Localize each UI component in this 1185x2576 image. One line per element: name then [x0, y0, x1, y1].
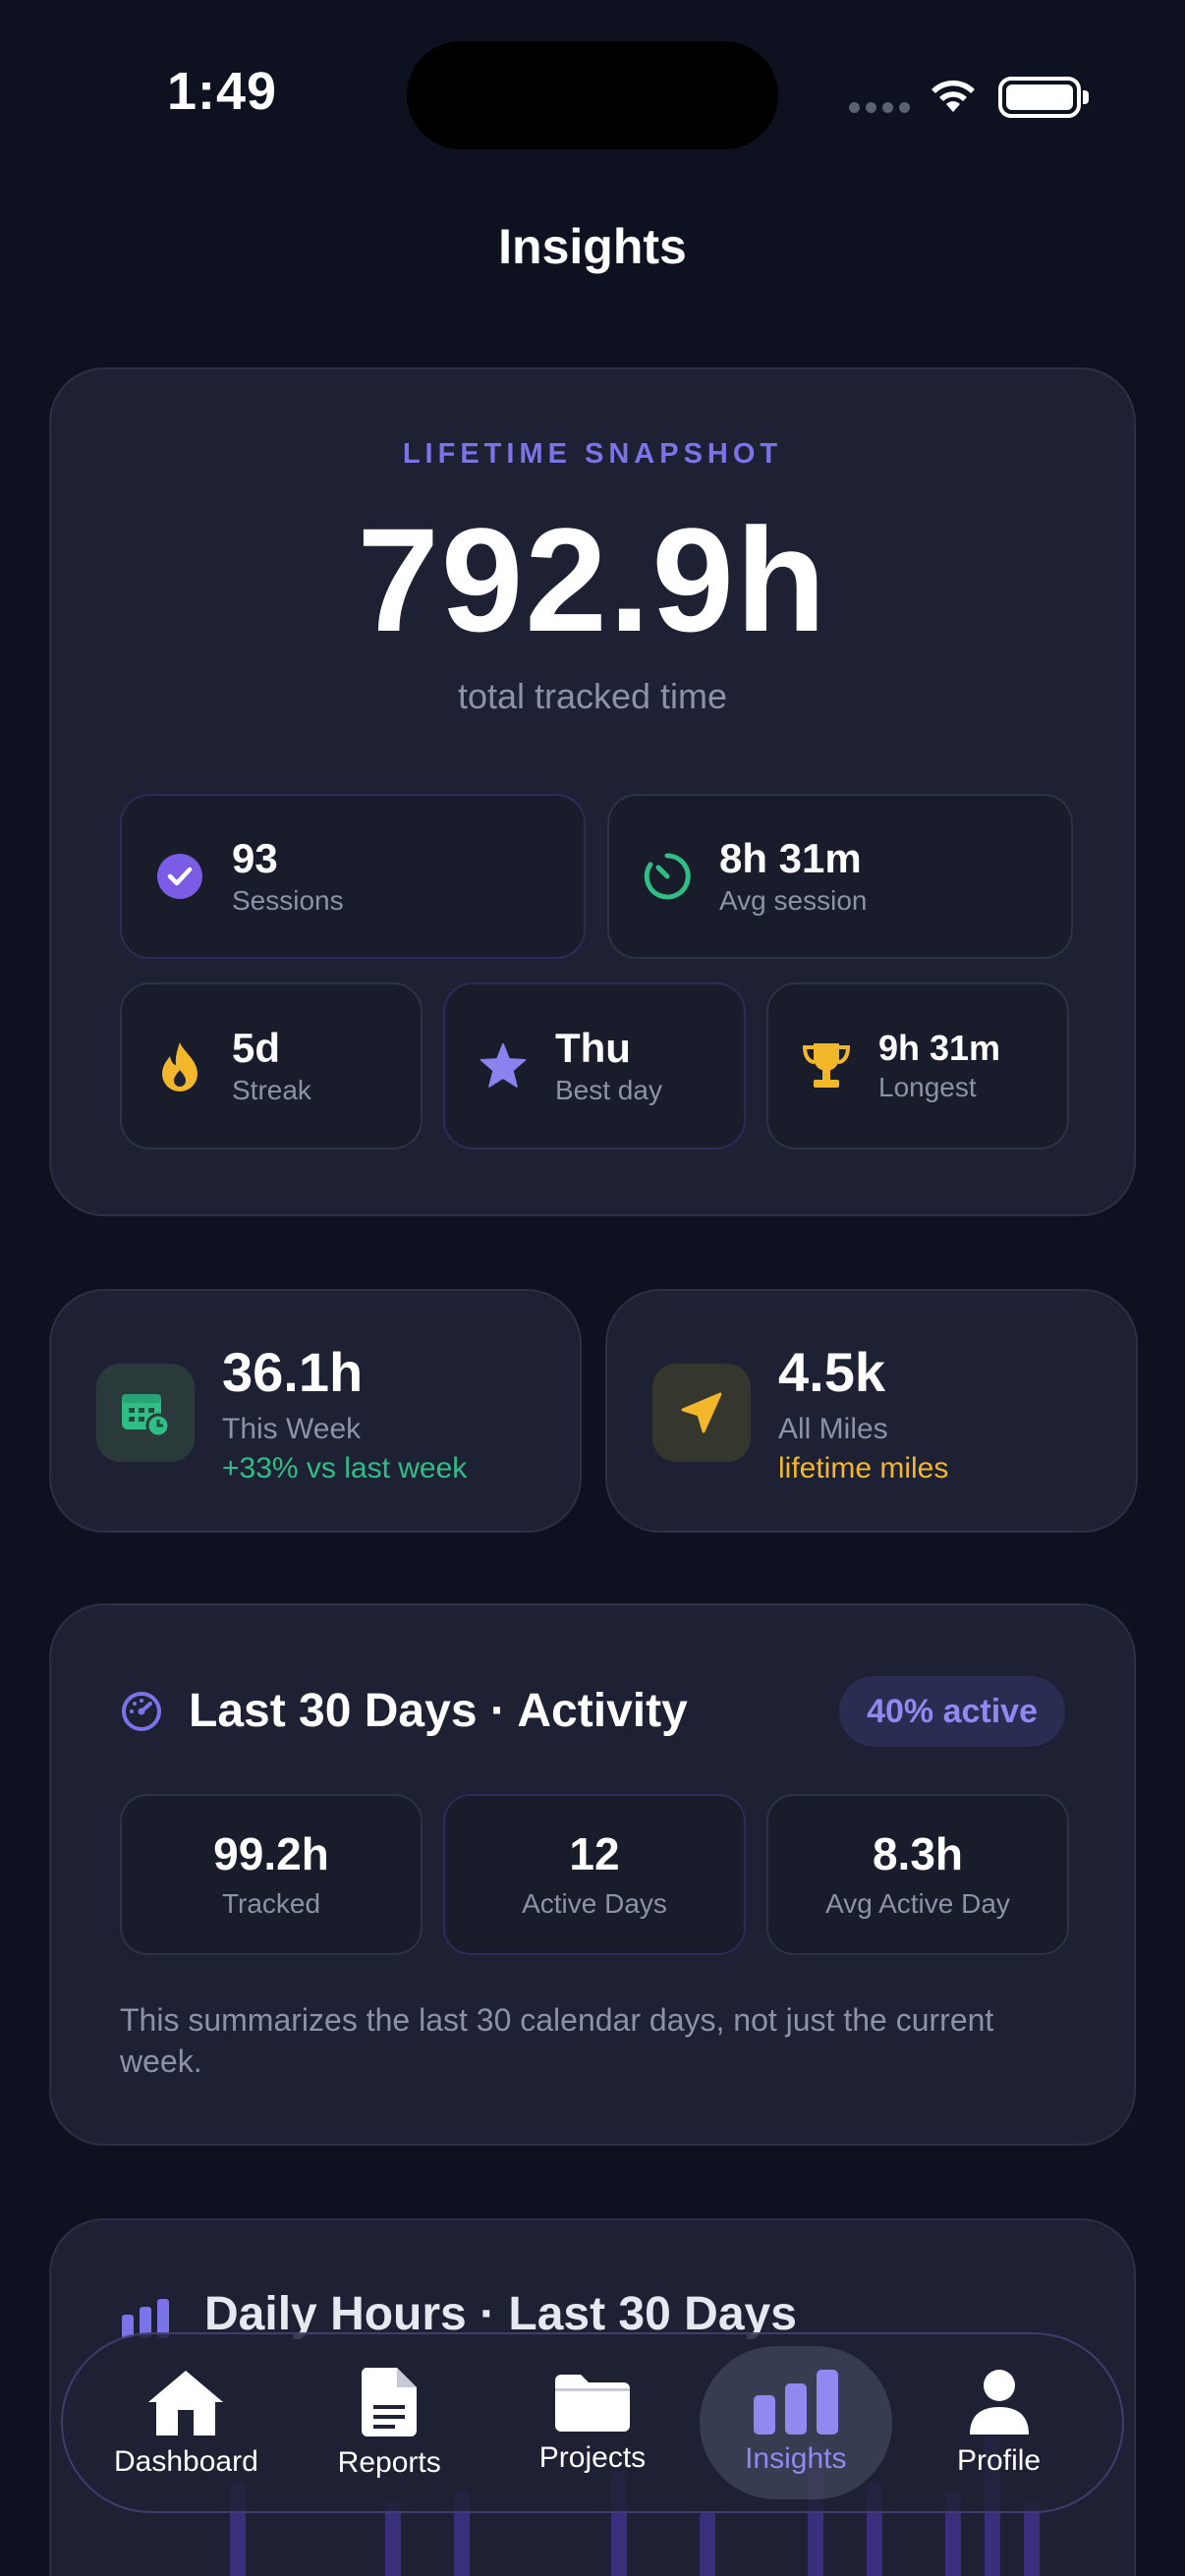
stat-value: 9h 31m — [878, 1028, 1001, 1069]
stat-label: Streak — [232, 1075, 311, 1106]
flame-icon — [155, 1041, 204, 1092]
stat-value: 8.3h — [872, 1828, 964, 1879]
folder-icon — [554, 2375, 630, 2432]
tab-bar: Dashboard Reports Projects Insights Prof… — [61, 2332, 1124, 2513]
dynamic-island — [407, 41, 778, 149]
stat-label: Active Days — [522, 1888, 667, 1919]
tab-insights[interactable]: Insights — [699, 2346, 892, 2499]
stat-label: Longest — [878, 1071, 977, 1102]
timer-icon — [643, 852, 692, 901]
stat-value: 99.2h — [213, 1828, 329, 1879]
battery-icon — [998, 77, 1089, 118]
gauge-icon — [120, 1690, 163, 1738]
active-percent-badge: 40% active — [839, 1676, 1065, 1747]
calendar-clock-icon — [96, 1364, 195, 1462]
this-week-card[interactable]: 36.1h This Week +33% vs last week — [49, 1289, 582, 1533]
stat-label: Tracked — [221, 1888, 321, 1919]
last-30-days-card: Last 30 Days · Activity 40% active 99.2h… — [49, 1603, 1136, 2146]
daily-bar — [700, 2511, 715, 2576]
stat-label: Sessions — [232, 885, 344, 917]
tab-projects[interactable]: Projects — [496, 2346, 689, 2499]
tab-label: Profile — [957, 2444, 1042, 2477]
page-title: Insights — [498, 219, 687, 274]
home-icon — [148, 2371, 224, 2436]
lifetime-snapshot-card: LIFETIME SNAPSHOT 792.9h total tracked t… — [49, 367, 1136, 1216]
person-icon — [969, 2370, 1029, 2435]
week-label: This Week — [222, 1413, 362, 1445]
bar-chart-icon — [753, 2370, 838, 2435]
stat-value: 93 — [232, 834, 278, 881]
document-icon — [362, 2368, 418, 2436]
stat-label: Avg session — [719, 885, 868, 917]
stat-streak: 5d Streak — [120, 982, 423, 1149]
stat-avg-session: 8h 31m Avg session — [607, 794, 1073, 959]
star-icon — [479, 1041, 528, 1091]
summary-note: This summarizes the last 30 calendar day… — [120, 2002, 994, 2079]
stat-sessions: 93 Sessions — [120, 794, 586, 959]
miles-sub: lifetime miles — [778, 1452, 949, 1484]
tab-dashboard[interactable]: Dashboard — [89, 2346, 282, 2499]
location-arrow-icon — [652, 1364, 751, 1462]
stat-avg-active-day: 8.3h Avg Active Day — [766, 1794, 1069, 1955]
stat-tracked: 99.2h Tracked — [120, 1794, 423, 1955]
miles-label: All Miles — [778, 1413, 888, 1445]
tab-label: Projects — [538, 2441, 647, 2474]
status-bar: 1:49 — [0, 0, 1185, 187]
lifetime-total-value: 792.9h — [357, 497, 828, 662]
stat-active-days: 12 Active Days — [443, 1794, 746, 1955]
tab-profile[interactable]: Profile — [903, 2346, 1096, 2499]
tab-reports[interactable]: Reports — [293, 2346, 485, 2499]
lifetime-label: LIFETIME SNAPSHOT — [402, 438, 783, 470]
stat-value: 5d — [232, 1024, 281, 1071]
stat-longest: 9h 31m Longest — [766, 982, 1069, 1149]
miles-value: 4.5k — [778, 1341, 885, 1403]
check-circle-icon — [155, 852, 204, 901]
trophy-icon — [802, 1041, 851, 1091]
last-30-days-title: Last 30 Days · Activity — [189, 1685, 688, 1737]
week-value: 36.1h — [222, 1341, 364, 1403]
lifetime-subtitle: total tracked time — [457, 676, 728, 716]
all-miles-card[interactable]: 4.5k All Miles lifetime miles — [605, 1289, 1138, 1533]
stat-value: 12 — [569, 1828, 620, 1879]
stat-value: Thu — [555, 1024, 631, 1071]
stat-best-day: Thu Best day — [443, 982, 746, 1149]
stat-value: 8h 31m — [719, 834, 862, 881]
stat-label: Best day — [555, 1075, 662, 1106]
tab-label: Dashboard — [114, 2445, 258, 2478]
wifi-icon — [931, 80, 975, 112]
tab-label: Reports — [337, 2446, 441, 2479]
tab-label: Insights — [745, 2442, 847, 2475]
stat-label: Avg Active Day — [825, 1888, 1010, 1919]
status-time: 1:49 — [167, 62, 278, 121]
cellular-signal-icon — [849, 102, 910, 113]
week-change: +33% vs last week — [222, 1452, 468, 1484]
